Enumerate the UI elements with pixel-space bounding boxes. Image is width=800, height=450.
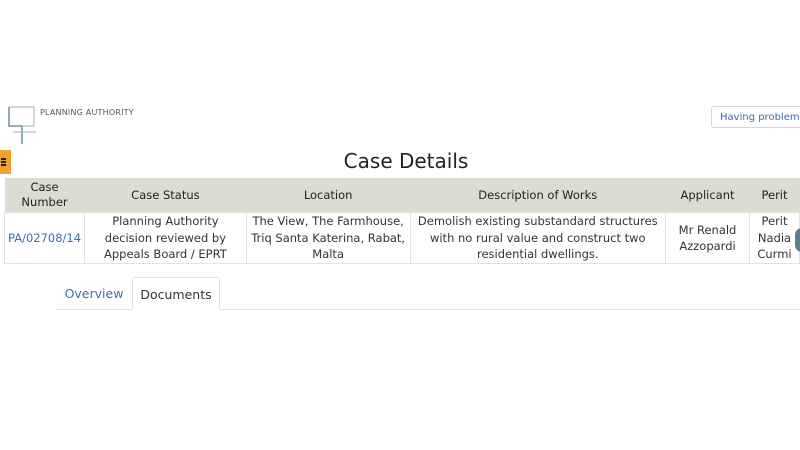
perit-cell: Perit Nadia Curmi bbox=[748, 212, 800, 264]
column-header-applicant: Applicant bbox=[665, 178, 750, 213]
applicant-cell: Mr Renald Azzopardi bbox=[665, 212, 750, 264]
planning-authority-logo-icon bbox=[8, 106, 36, 144]
logo-text: PLANNING AUTHORITY bbox=[40, 108, 134, 117]
tab-documents[interactable]: Documents bbox=[132, 277, 220, 310]
table-header-row: Case Number Case Status Location Descrip… bbox=[4, 178, 800, 213]
page-title: Case Details bbox=[343, 149, 469, 173]
horizontal-scroll-handle[interactable] bbox=[795, 228, 800, 252]
case-number-cell[interactable]: PA/02708/14 bbox=[3, 212, 86, 264]
case-number-link[interactable]: PA/02708/14 bbox=[8, 231, 81, 245]
case-status-cell: Planning Authority decision reviewed by … bbox=[84, 212, 247, 264]
tab-overview[interactable]: Overview bbox=[56, 277, 132, 309]
column-header-description: Description of Works bbox=[410, 178, 666, 213]
location-cell: The View, The Farmhouse, Triq Santa Kate… bbox=[245, 212, 411, 264]
column-header-location: Location bbox=[246, 178, 411, 213]
case-details-table: Case Number Case Status Location Descrip… bbox=[3, 178, 800, 264]
description-cell: Demolish existing substandard structures… bbox=[409, 212, 667, 264]
column-header-case-number: Case Number bbox=[4, 178, 85, 213]
table-row: PA/02708/14 Planning Authority decision … bbox=[3, 212, 800, 264]
column-header-case-status: Case Status bbox=[84, 178, 247, 213]
having-problems-button[interactable]: Having problems? bbox=[711, 106, 800, 128]
case-tabs: Overview Documents bbox=[56, 277, 800, 310]
column-header-perit: Perit bbox=[749, 178, 800, 213]
